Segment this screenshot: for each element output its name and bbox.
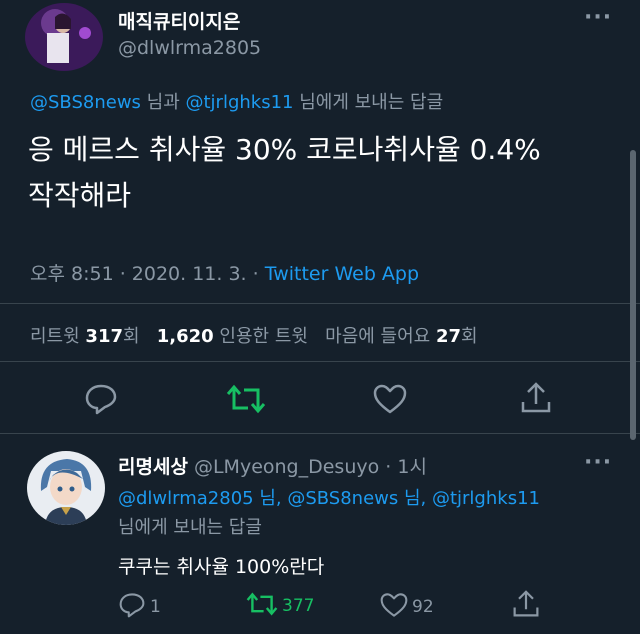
like-icon[interactable] bbox=[373, 384, 407, 414]
retweets-label: 리트윗 bbox=[30, 326, 80, 347]
author-avatar[interactable] bbox=[25, 3, 103, 71]
reply-like-button[interactable]: 92 bbox=[380, 592, 434, 622]
tweet-timestamp[interactable]: 오후 8:51 · 2020. 11. 3. · bbox=[30, 263, 265, 285]
likes-label: 마음에 들어요 bbox=[325, 326, 431, 347]
tweet-text-line1: 응 메르스 취사율 30% 코로나취사율 0.4% bbox=[28, 133, 541, 166]
reply-context-mentions[interactable]: @dlwlrma2805 님, @SBS8news 님, @tjrlghks11 bbox=[118, 484, 540, 510]
scrollbar-thumb[interactable] bbox=[630, 150, 636, 440]
reply-author-name[interactable]: 리명세상 bbox=[118, 456, 188, 478]
reply-author-avatar[interactable] bbox=[27, 451, 105, 525]
reply-timestamp[interactable]: · 1시 bbox=[385, 456, 427, 478]
likes-stat[interactable]: 마음에 들어요 27회 bbox=[325, 326, 477, 347]
divider-before-reply bbox=[0, 433, 640, 434]
divider-top-stats bbox=[0, 303, 640, 304]
reply-reply-button[interactable]: 1 bbox=[118, 592, 161, 622]
divider-bottom-stats bbox=[0, 361, 640, 362]
share-icon[interactable] bbox=[520, 382, 552, 414]
retweets-count: 317 bbox=[85, 326, 123, 347]
retweet-icon[interactable] bbox=[226, 384, 266, 414]
reply-retweet-count: 377 bbox=[282, 596, 315, 616]
reply-retweet-icon bbox=[246, 592, 278, 620]
reply-reply-count: 1 bbox=[150, 597, 161, 617]
reply-context: @SBS8news 님과 @tjrlghks11 님에게 보내는 답글 bbox=[30, 88, 443, 114]
reply-mention-sbs8news[interactable]: @SBS8news bbox=[30, 92, 141, 113]
more-options-icon[interactable]: ··· bbox=[584, 5, 612, 30]
retweets-stat[interactable]: 리트윗 317회 bbox=[30, 326, 145, 347]
quotes-stat[interactable]: 1,620 인용한 트윗 bbox=[157, 326, 314, 347]
reply-more-options-icon[interactable]: ··· bbox=[584, 450, 612, 475]
reply-text: 쿠쿠는 취사율 100%란다 bbox=[118, 556, 325, 578]
reply-share-icon[interactable] bbox=[512, 590, 540, 622]
reply-reply-icon bbox=[118, 592, 146, 622]
reply-suffix: 님에게 보내는 답글 bbox=[293, 92, 444, 113]
reply-retweet-button[interactable]: 377 bbox=[246, 592, 314, 620]
likes-count: 27 bbox=[435, 326, 462, 347]
reply-mention-tjrlghks11[interactable]: @tjrlghks11 bbox=[186, 92, 294, 113]
author-name[interactable]: 매직큐티이지은 bbox=[118, 7, 240, 34]
reply-icon[interactable] bbox=[84, 383, 118, 415]
retweets-unit: 회 bbox=[123, 326, 140, 347]
tweet-stats: 리트윗 317회 1,620 인용한 트윗 마음에 들어요 27회 bbox=[30, 322, 478, 348]
reply-joiner: 님과 bbox=[140, 92, 186, 113]
quotes-label: 인용한 트윗 bbox=[219, 326, 308, 347]
tweet-text-line2: 작작해라 bbox=[28, 179, 132, 212]
likes-unit: 회 bbox=[461, 326, 478, 347]
reply-author-handle[interactable]: @LMyeong_Desuyo bbox=[194, 456, 379, 478]
reply-context-suffix: 님에게 보내는 답글 bbox=[118, 517, 262, 538]
reply-like-icon bbox=[380, 592, 408, 622]
author-handle[interactable]: @dlwlrma2805 bbox=[118, 37, 261, 59]
reply-author-line: 리명세상 @LMyeong_Desuyo · 1시 bbox=[118, 452, 427, 479]
tweet-source[interactable]: Twitter Web App bbox=[265, 263, 419, 285]
reply-like-count: 92 bbox=[412, 597, 434, 617]
quotes-count: 1,620 bbox=[156, 326, 214, 347]
tweet-meta: 오후 8:51 · 2020. 11. 3. · Twitter Web App bbox=[30, 259, 419, 286]
